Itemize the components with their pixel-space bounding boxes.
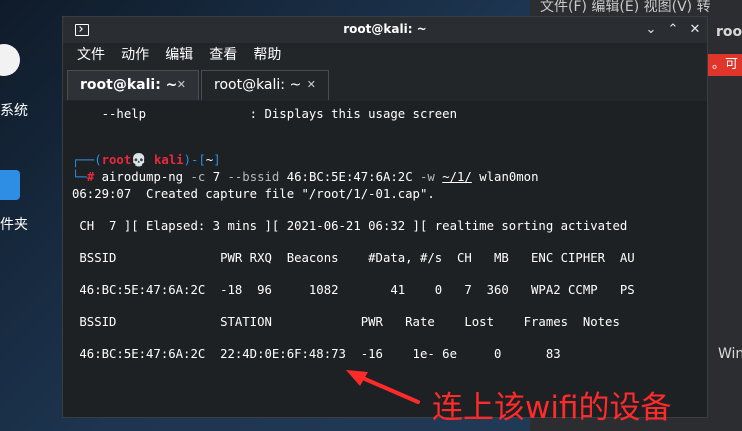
tab-root-kali-2[interactable]: root@kali: ~ ✕ — [201, 70, 329, 100]
annotation-arrow-icon — [346, 370, 420, 404]
close-button[interactable]: ✕ — [685, 20, 705, 40]
command-flag-bssid: --bssid — [227, 170, 280, 184]
command-flag-w: -w — [420, 170, 435, 184]
title-bar[interactable]: root@kali: ~ ⌄ ⌃ ✕ — [63, 17, 707, 43]
command-line: └─# airodump-ng -c 7 --bssid 46:BC:5E:47… — [72, 170, 538, 184]
capture-file-line: 06:29:07 Created capture file "/root/1/-… — [72, 187, 435, 201]
tab-label: root@kali: ~ — [80, 77, 178, 93]
menu-help[interactable]: 帮助 — [253, 43, 281, 67]
prompt-user: root💀 kali — [101, 153, 184, 167]
background-window-title: root — [716, 24, 742, 40]
ap-table-header: BSSID PWR RXQ Beacons #Data, #/s CH MB E… — [72, 251, 635, 265]
tab-label: root@kali: ~ — [214, 77, 302, 93]
command-iface: wlan0mon — [479, 170, 539, 184]
command-flag-c: -c — [190, 170, 206, 184]
desktop-icon-label-folder: 件夹 — [0, 217, 28, 233]
station-table-header: BSSID STATION PWR Rate Lost Frames Notes — [72, 315, 620, 329]
command-bssid: 46:BC:5E:47:6A:2C — [286, 170, 413, 184]
window-title: root@kali: ~ — [343, 22, 427, 36]
tab-close-icon[interactable]: ✕ — [307, 71, 316, 99]
menu-file[interactable]: 文件 — [77, 43, 105, 67]
background-window-menu: 文件(F) 编辑(E) 视图(V) 转 — [540, 0, 711, 15]
background-window-badge: 。可 — [706, 54, 742, 76]
command-channel: 7 — [212, 170, 221, 184]
help-line: --help : Displays this usage screen — [72, 107, 457, 121]
prompt-bracket-left: ┌──( — [72, 153, 102, 167]
minimize-button[interactable]: ⌄ — [641, 20, 661, 40]
terminal-window[interactable]: root@kali: ~ ⌄ ⌃ ✕ 文件 动作 编辑 查看 帮助 root@k… — [62, 16, 708, 418]
station-table-row: 46:BC:5E:47:6A:2C 22:4D:0E:6F:48:73 -16 … — [72, 347, 561, 361]
maximize-button[interactable]: ⌃ — [663, 20, 683, 40]
menu-edit[interactable]: 编辑 — [165, 43, 193, 67]
desktop-icon-label-system: 系统 — [0, 103, 28, 119]
menu-bar: 文件 动作 编辑 查看 帮助 — [63, 43, 707, 67]
menu-action[interactable]: 动作 — [121, 43, 149, 67]
prompt-bracket-end: ] — [213, 153, 221, 167]
prompt-hash: # — [86, 170, 95, 184]
folder-icon[interactable] — [0, 170, 20, 200]
annotation-label: 连上该wifi的设备 — [432, 390, 672, 426]
command-name: airodump-ng — [101, 170, 184, 184]
command-path: ~/1/ — [442, 170, 472, 184]
menu-view[interactable]: 查看 — [209, 43, 237, 67]
tab-root-kali-1[interactable]: root@kali: ~ ✕ — [67, 70, 199, 100]
tab-close-icon[interactable]: ✕ — [177, 71, 186, 99]
background-window-side-text: Win — [718, 346, 742, 362]
prompt-bracket-mid: )-[ — [183, 153, 206, 167]
status-line: CH 7 ][ Elapsed: 3 mins ][ 2021-06-21 06… — [72, 219, 628, 233]
ap-table-row: 46:BC:5E:47:6A:2C -18 96 1082 41 0 7 360… — [72, 283, 635, 297]
tab-bar: root@kali: ~ ✕ root@kali: ~ ✕ — [63, 67, 707, 101]
prompt-corner: └─ — [72, 170, 87, 184]
prompt-top-line: ┌──(root💀 kali)-[~] — [72, 153, 221, 168]
